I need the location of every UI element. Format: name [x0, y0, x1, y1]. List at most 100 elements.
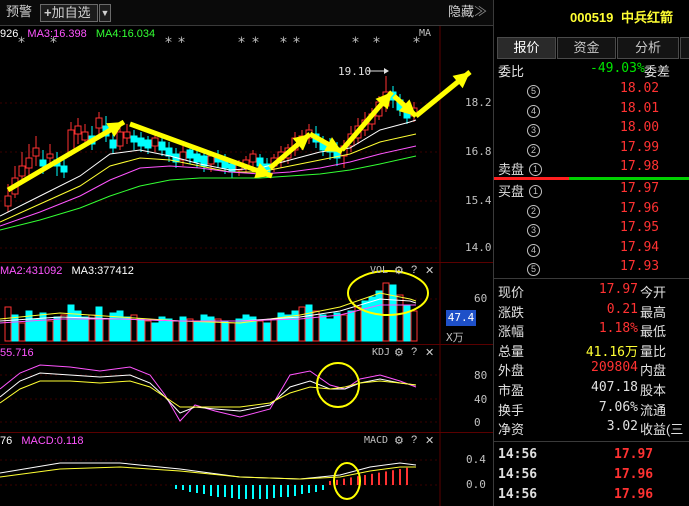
tick-time: 14:56	[498, 487, 538, 502]
order-book-row: 5 18.02	[494, 80, 689, 99]
volume-bar-down	[109, 312, 117, 342]
signal-star: *	[165, 35, 172, 51]
kdj-title: KDJ	[372, 347, 391, 358]
quote-stat-row: 外盘 209804 内盘	[494, 359, 689, 378]
quote-stat-row: 涨跌 0.21 最高	[494, 301, 689, 320]
gear-icon[interactable]: ⚙	[394, 434, 404, 447]
order-book-row: 2 17.99	[494, 139, 689, 158]
divider	[494, 441, 689, 442]
volume-bar-down	[193, 320, 201, 342]
signal-star: *	[238, 35, 245, 51]
kdj-chart[interactable]	[0, 345, 493, 433]
help-icon[interactable]: ?	[411, 346, 417, 358]
level-number-icon: 3	[527, 224, 540, 237]
candle-down	[228, 163, 236, 173]
candle-up	[46, 153, 54, 159]
order-side-label: 卖盘	[498, 162, 525, 177]
legend-item: MACD:0.118	[21, 435, 84, 447]
vol-legend: MA2:431092 MA3:377412	[0, 265, 140, 277]
close-icon[interactable]: ✕	[425, 346, 434, 359]
volume-unit-label: X万	[446, 331, 464, 344]
macd-panel[interactable]: 76 MACD:0.118 MACD ⚙ ? ✕ 0.4 0.0	[0, 432, 493, 506]
stat-label: 最低	[640, 324, 667, 340]
signal-star: *	[352, 35, 359, 51]
macd-title: MACD	[364, 435, 389, 446]
weicha-label: 委差	[644, 64, 671, 79]
y-tick-label: 18.2	[465, 96, 492, 109]
tab-funds[interactable]: 资金	[557, 37, 616, 59]
volume-bar-down	[263, 322, 271, 342]
price-chart-panel[interactable]: * * * * * * * * * * * 926 MA3:16.398 MA4:16.034 MA…	[0, 26, 493, 262]
y-tick-label: 14.0	[465, 241, 492, 254]
volume-bar-up	[4, 306, 12, 342]
plus-icon: +	[44, 5, 52, 20]
close-icon[interactable]: ✕	[425, 264, 434, 277]
hide-label: 隐藏	[448, 4, 475, 19]
tab-analysis[interactable]: 分析	[617, 37, 679, 59]
hide-panel-button[interactable]: 隐藏≫	[448, 4, 487, 22]
gear-icon[interactable]: ⚙	[394, 264, 404, 277]
stat-label: 今开	[640, 285, 667, 300]
help-icon[interactable]: ?	[411, 434, 417, 446]
level-number-icon: 4	[527, 243, 540, 257]
stock-title: 000519 中兵红箭	[570, 7, 673, 26]
candle-down	[158, 141, 166, 151]
candlestick-chart[interactable]: * * * * * * * * * * *	[0, 26, 493, 262]
close-icon[interactable]: ✕	[425, 434, 434, 447]
y-tick-label: 15.4	[465, 194, 492, 207]
order-book-row: 2 17.96	[494, 200, 689, 219]
chevron-down-icon[interactable]: ▼	[99, 4, 111, 22]
volume-bar-down	[375, 290, 383, 342]
weibi-label: 委比	[498, 64, 525, 79]
stat-value: 407.18	[591, 380, 638, 395]
volume-bar-down	[333, 312, 341, 342]
candle-up	[116, 131, 124, 147]
volume-bar-down	[39, 312, 47, 342]
order-book-row: 5 17.93	[494, 258, 689, 277]
stat-label: 收益(三	[640, 422, 684, 438]
level-number-icon: 2	[527, 202, 540, 218]
help-icon[interactable]: ?	[411, 264, 417, 276]
volume-bar-down	[368, 296, 376, 342]
y-tick-label: 60	[474, 292, 488, 305]
add-watchlist-label: 加自选	[51, 5, 91, 20]
legend-item: MA3:16.398	[27, 28, 87, 40]
volume-bar-up	[312, 310, 320, 342]
level-number-icon: 1	[529, 185, 542, 198]
tab-quote[interactable]: 报价	[497, 37, 556, 59]
legend-item: MA2:431092	[0, 265, 63, 277]
volume-bar-down	[74, 310, 82, 342]
legend-item: MA3:377412	[71, 265, 134, 277]
kdj-panel[interactable]: 55.716 KDJ ⚙ ? ✕ 80 40 0	[0, 344, 493, 433]
volume-bar-up	[270, 318, 278, 342]
volume-bar-up	[228, 322, 236, 342]
volume-bar-down	[242, 314, 250, 342]
legend-item: 76	[0, 435, 13, 447]
tab-more[interactable]	[680, 37, 689, 59]
order-book-row: 4 17.94	[494, 239, 689, 258]
quote-side-panel: 000519 中兵红箭 报价 资金 分析 委比 -49.03% 委差 5 18.0…	[493, 0, 689, 506]
volume-bar-down	[319, 314, 327, 342]
level-number-icon: 5	[527, 85, 540, 98]
volume-bar-down	[221, 320, 229, 342]
candle-down	[193, 153, 201, 163]
stat-value: 1.18%	[598, 321, 638, 337]
add-watchlist-button[interactable]: +加自选	[40, 4, 98, 22]
alert-button[interactable]: 预警	[6, 4, 32, 22]
stat-label: 涨幅	[498, 324, 525, 340]
volume-bar-up	[18, 322, 26, 342]
signal-star: *	[293, 35, 300, 51]
tick-price: 17.96	[614, 467, 654, 482]
y-tick-label: 0.4	[466, 453, 486, 466]
kdj-d-line	[0, 380, 417, 408]
volume-bar-up	[102, 318, 110, 342]
signal-star: *	[373, 35, 380, 51]
gear-icon[interactable]: ⚙	[394, 346, 404, 359]
stat-label: 股本	[640, 383, 667, 398]
order-price: 18.00	[620, 120, 660, 135]
order-price: 17.98	[620, 159, 660, 174]
volume-panel[interactable]: MA2:431092 MA3:377412 VOL ⚙ ? ✕ 60 47.4 …	[0, 262, 493, 345]
volume-bar-up	[144, 320, 152, 342]
volume-bar-down	[165, 318, 173, 342]
level-number-icon: 3	[527, 221, 540, 237]
